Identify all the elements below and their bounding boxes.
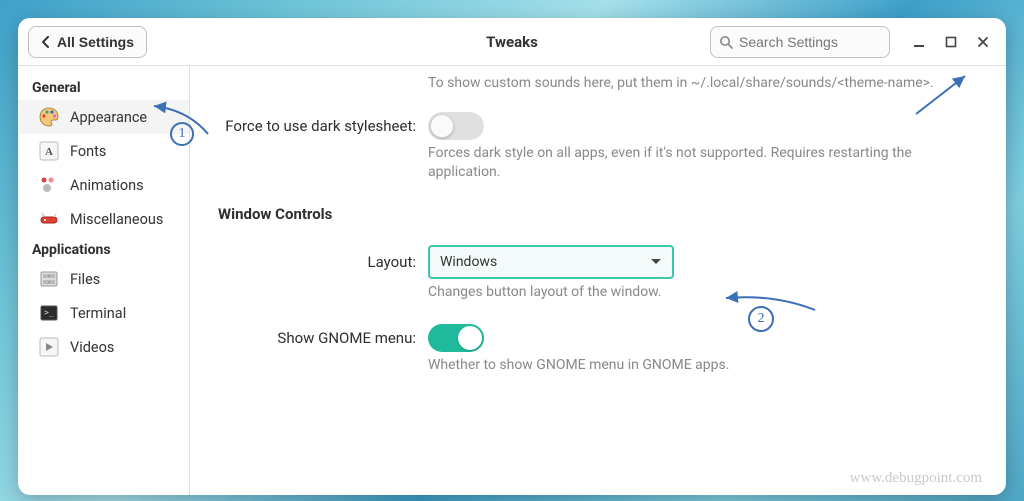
svg-text:A: A [45,146,53,158]
sidebar-item-videos[interactable]: Videos [18,330,189,364]
row-dark-style: Force to use dark stylesheet: [210,112,986,140]
window-controls [910,33,992,51]
row-gnome-menu: Show GNOME menu: [210,324,986,352]
sidebar-item-label: Fonts [70,143,106,160]
sidebar-item-files[interactable]: Files [18,262,189,296]
search-icon [719,35,733,49]
section-window-controls: Window Controls [218,205,986,223]
layout-desc: Changes button layout of the window. [428,283,986,303]
chevron-down-icon [650,258,662,266]
layout-dropdown-value: Windows [440,254,497,270]
palette-icon [38,106,60,128]
tweaks-window: All Settings Tweaks General [18,18,1006,495]
content-pane: To show custom sounds here, put them in … [190,66,1006,495]
dark-style-desc: Forces dark style on all apps, even if i… [428,144,986,183]
sidebar: General Appearance A Fonts Animations [18,66,190,495]
watermark-text: www.debugpoint.com [850,470,982,487]
close-button[interactable] [974,33,992,51]
maximize-button[interactable] [942,33,960,51]
dark-style-label: Force to use dark stylesheet: [210,117,422,135]
layout-dropdown[interactable]: Windows [428,245,674,279]
minimize-button[interactable] [910,33,928,51]
window-title: Tweaks [486,33,538,51]
swissknife-icon [38,208,60,230]
dark-style-switch[interactable] [428,112,484,140]
back-button[interactable]: All Settings [28,26,147,58]
window-body: General Appearance A Fonts Animations [18,66,1006,495]
sidebar-item-terminal[interactable]: >_ Terminal [18,296,189,330]
gnome-menu-desc: Whether to show GNOME menu in GNOME apps… [428,356,986,376]
row-layout: Layout: Windows [210,245,986,279]
sidebar-item-label: Miscellaneous [70,211,163,228]
sidebar-item-label: Animations [70,177,144,194]
sidebar-item-animations[interactable]: Animations [18,168,189,202]
titlebar: All Settings Tweaks [18,18,1006,66]
gnome-menu-label: Show GNOME menu: [210,329,422,347]
back-button-label: All Settings [57,34,134,50]
sidebar-category-applications: Applications [18,236,189,262]
sidebar-item-label: Files [70,271,100,288]
sidebar-category-general: General [18,74,189,100]
sidebar-item-fonts[interactable]: A Fonts [18,134,189,168]
search-box[interactable] [710,26,890,58]
sidebar-item-label: Terminal [70,305,126,322]
files-icon [38,268,60,290]
gnome-menu-switch[interactable] [428,324,484,352]
chevron-left-icon [41,36,51,48]
videos-icon [38,336,60,358]
sidebar-item-label: Videos [70,339,114,356]
sound-hint-text: To show custom sounds here, put them in … [428,74,986,94]
sidebar-item-appearance[interactable]: Appearance [18,100,189,134]
search-input[interactable] [739,34,881,50]
font-icon: A [38,140,60,162]
layout-label: Layout: [210,253,422,271]
svg-text:>_: >_ [44,308,54,317]
terminal-icon: >_ [38,302,60,324]
sidebar-item-label: Appearance [70,109,147,126]
animations-icon [38,174,60,196]
sidebar-item-miscellaneous[interactable]: Miscellaneous [18,202,189,236]
